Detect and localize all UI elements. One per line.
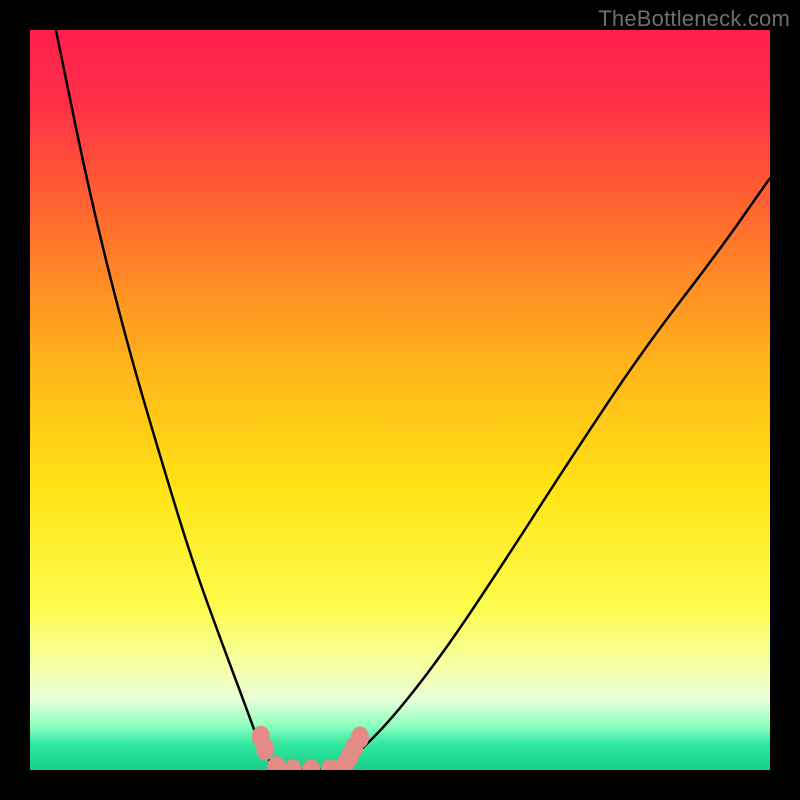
plot-area (30, 30, 770, 770)
highlight-markers (30, 30, 770, 770)
watermark-text: TheBottleneck.com (598, 6, 790, 32)
marker-point (302, 759, 320, 770)
marker-point (256, 738, 274, 760)
marker-point (351, 726, 369, 748)
marker-point (284, 759, 302, 770)
